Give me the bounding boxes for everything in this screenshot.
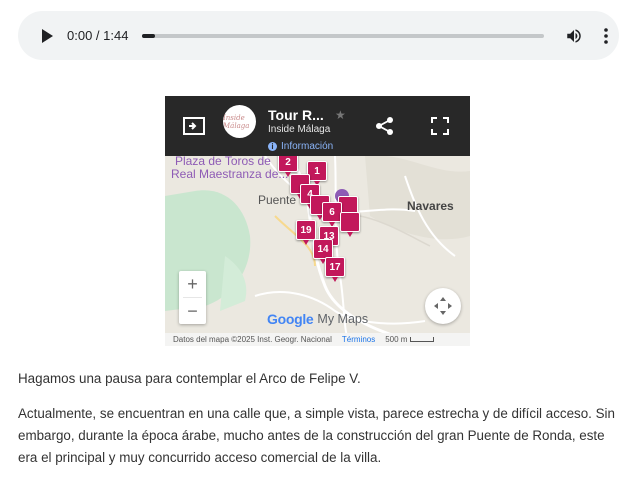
map-owner: Inside Málaga (268, 124, 331, 135)
audio-time: 0:00 / 1:44 (67, 28, 129, 43)
map-header-bar: Inside Málaga Tour R... ★ Inside Málaga … (165, 96, 470, 156)
map-marker[interactable]: 14 (313, 239, 333, 264)
terms-link[interactable]: Términos (342, 335, 375, 344)
move-arrows-icon (434, 297, 452, 315)
map-label-puente: Puente (258, 193, 297, 207)
map-label-plaza: Plaza de Toros de (175, 154, 271, 168)
zoom-out-button[interactable]: − (179, 298, 206, 324)
map-marker[interactable]: 17 (325, 257, 345, 282)
map-label-real: Real Maestranza de... (171, 167, 289, 181)
map-marker[interactable]: 6 (322, 202, 342, 227)
map-scale: 500 m (385, 335, 435, 344)
my-maps-label: My Maps (317, 312, 369, 326)
volume-button[interactable] (562, 24, 586, 48)
star-icon[interactable]: ★ (335, 108, 346, 122)
google-logo: Google (267, 311, 314, 327)
play-button[interactable] (34, 23, 60, 49)
play-icon (42, 28, 53, 43)
paragraph-line-2: embargo, durante la época árabe, mucho a… (18, 428, 605, 443)
fullscreen-icon[interactable] (430, 116, 450, 136)
volume-icon (567, 28, 582, 43)
map-marker[interactable]: 1 (307, 161, 327, 186)
audio-player[interactable]: 0:00 / 1:44 (18, 11, 619, 60)
audio-seek-bar[interactable] (142, 33, 545, 38)
toggle-legend-icon[interactable] (183, 117, 205, 135)
map-owner-logo: Inside Málaga (223, 105, 256, 138)
map-marker[interactable] (340, 212, 360, 237)
map-embed[interactable]: Plaza de Toros de Real Maestranza de... … (165, 96, 470, 346)
map-label-navares: Navares (407, 199, 454, 213)
paragraph-line-1: Actualmente, se encuentran en una calle … (18, 406, 615, 421)
more-options-button[interactable] (596, 24, 616, 48)
map-marker[interactable]: 19 (296, 220, 316, 245)
share-icon[interactable] (375, 116, 395, 136)
google-my-maps-brand: Google My Maps (267, 311, 368, 327)
map-info-link[interactable]: i Información (268, 141, 333, 152)
paragraph-arco: Hagamos una pausa para contemplar el Arc… (18, 371, 361, 386)
zoom-control: + − (179, 271, 206, 324)
zoom-in-button[interactable]: + (179, 271, 206, 297)
info-icon: i (268, 142, 277, 151)
more-vertical-icon (604, 27, 609, 44)
map-attribution: Datos del mapa ©2025 Inst. Geogr. Nacion… (173, 335, 332, 344)
map-footer: Datos del mapa ©2025 Inst. Geogr. Nacion… (165, 333, 470, 346)
paragraph-line-3: era el principal y muy concurrido acceso… (18, 450, 382, 465)
audio-progress-fill (142, 33, 155, 38)
map-title: Tour R... (268, 107, 324, 123)
recenter-button[interactable] (425, 288, 461, 324)
